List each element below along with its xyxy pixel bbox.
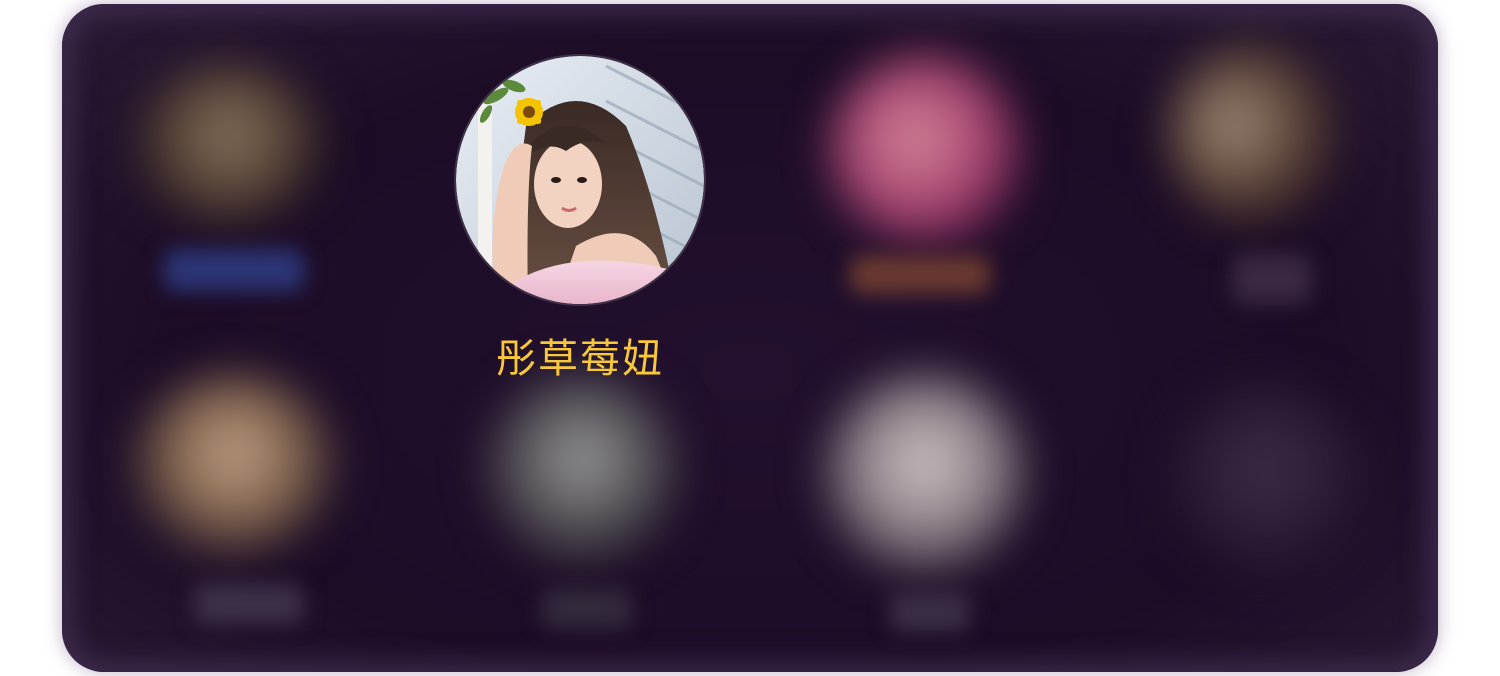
- avatar-photo: [456, 56, 704, 304]
- username-label: [1232, 254, 1312, 304]
- sunflower-icon: [515, 98, 543, 126]
- username-label: [164, 249, 304, 291]
- username-label: [194, 584, 304, 624]
- username-label: [542, 589, 632, 629]
- avatar: [134, 64, 324, 224]
- user-card-blurred[interactable]: [810, 364, 1070, 664]
- user-card-blurred[interactable]: [1152, 44, 1412, 344]
- user-card-blurred[interactable]: [810, 44, 1070, 344]
- avatar: [1172, 384, 1362, 574]
- user-card-blurred[interactable]: [472, 364, 732, 664]
- featured-avatar[interactable]: [456, 56, 704, 304]
- featured-username: 彤草莓妞: [496, 336, 664, 382]
- avatar: [825, 374, 1025, 574]
- avatar: [830, 54, 1020, 244]
- user-card-blurred[interactable]: [1152, 364, 1412, 664]
- avatar: [1167, 44, 1337, 224]
- avatar: [487, 374, 677, 564]
- avatar: [134, 374, 334, 554]
- user-card-blurred[interactable]: [124, 364, 384, 664]
- user-card-blurred[interactable]: [124, 44, 384, 344]
- username-label: [850, 256, 990, 294]
- username-label: [890, 592, 970, 632]
- user-grid-panel: [62, 4, 1438, 672]
